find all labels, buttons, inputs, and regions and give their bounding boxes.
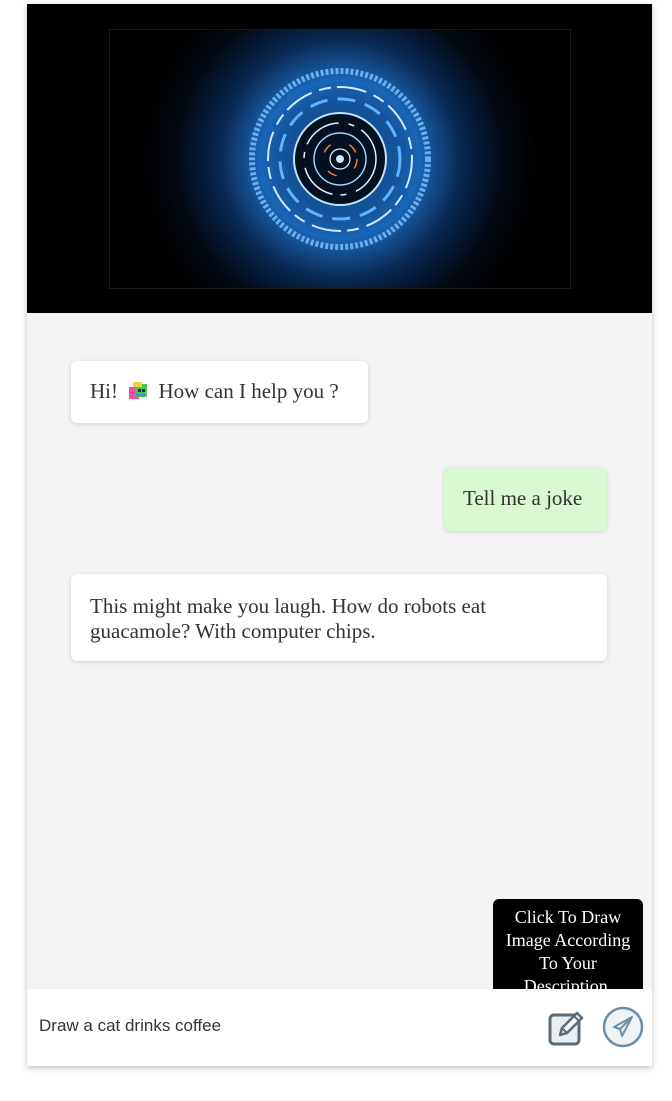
send-paper-plane-icon <box>602 1006 644 1048</box>
ai-orb-animation <box>109 29 571 289</box>
edit-image-icon <box>548 1011 584 1046</box>
user-message-text: Tell me a joke <box>463 486 583 510</box>
greeting-text-end: How can I help you ? <box>158 379 339 403</box>
message-list: Hi! How can I help you ? Tell me a joke … <box>27 313 652 989</box>
bot-message-greeting: Hi! How can I help you ? <box>71 361 368 423</box>
greeting-text-start: Hi! <box>90 379 118 403</box>
user-message: Tell me a joke <box>444 467 607 531</box>
draw-image-button[interactable] <box>545 1006 587 1048</box>
message-input-bar <box>27 989 652 1066</box>
message-input[interactable] <box>39 1011 519 1041</box>
bot-message-joke: This might make you laugh. How do robots… <box>71 574 607 661</box>
robot-emoji-icon <box>127 381 149 401</box>
tooltip-text: Click To Draw Image According To Your De… <box>505 907 631 996</box>
chat-app: Hi! How can I help you ? Tell me a joke … <box>27 4 652 1066</box>
hero-banner <box>27 4 652 313</box>
bot-joke-text: This might make you laugh. How do robots… <box>90 594 487 643</box>
send-button[interactable] <box>601 1005 645 1049</box>
